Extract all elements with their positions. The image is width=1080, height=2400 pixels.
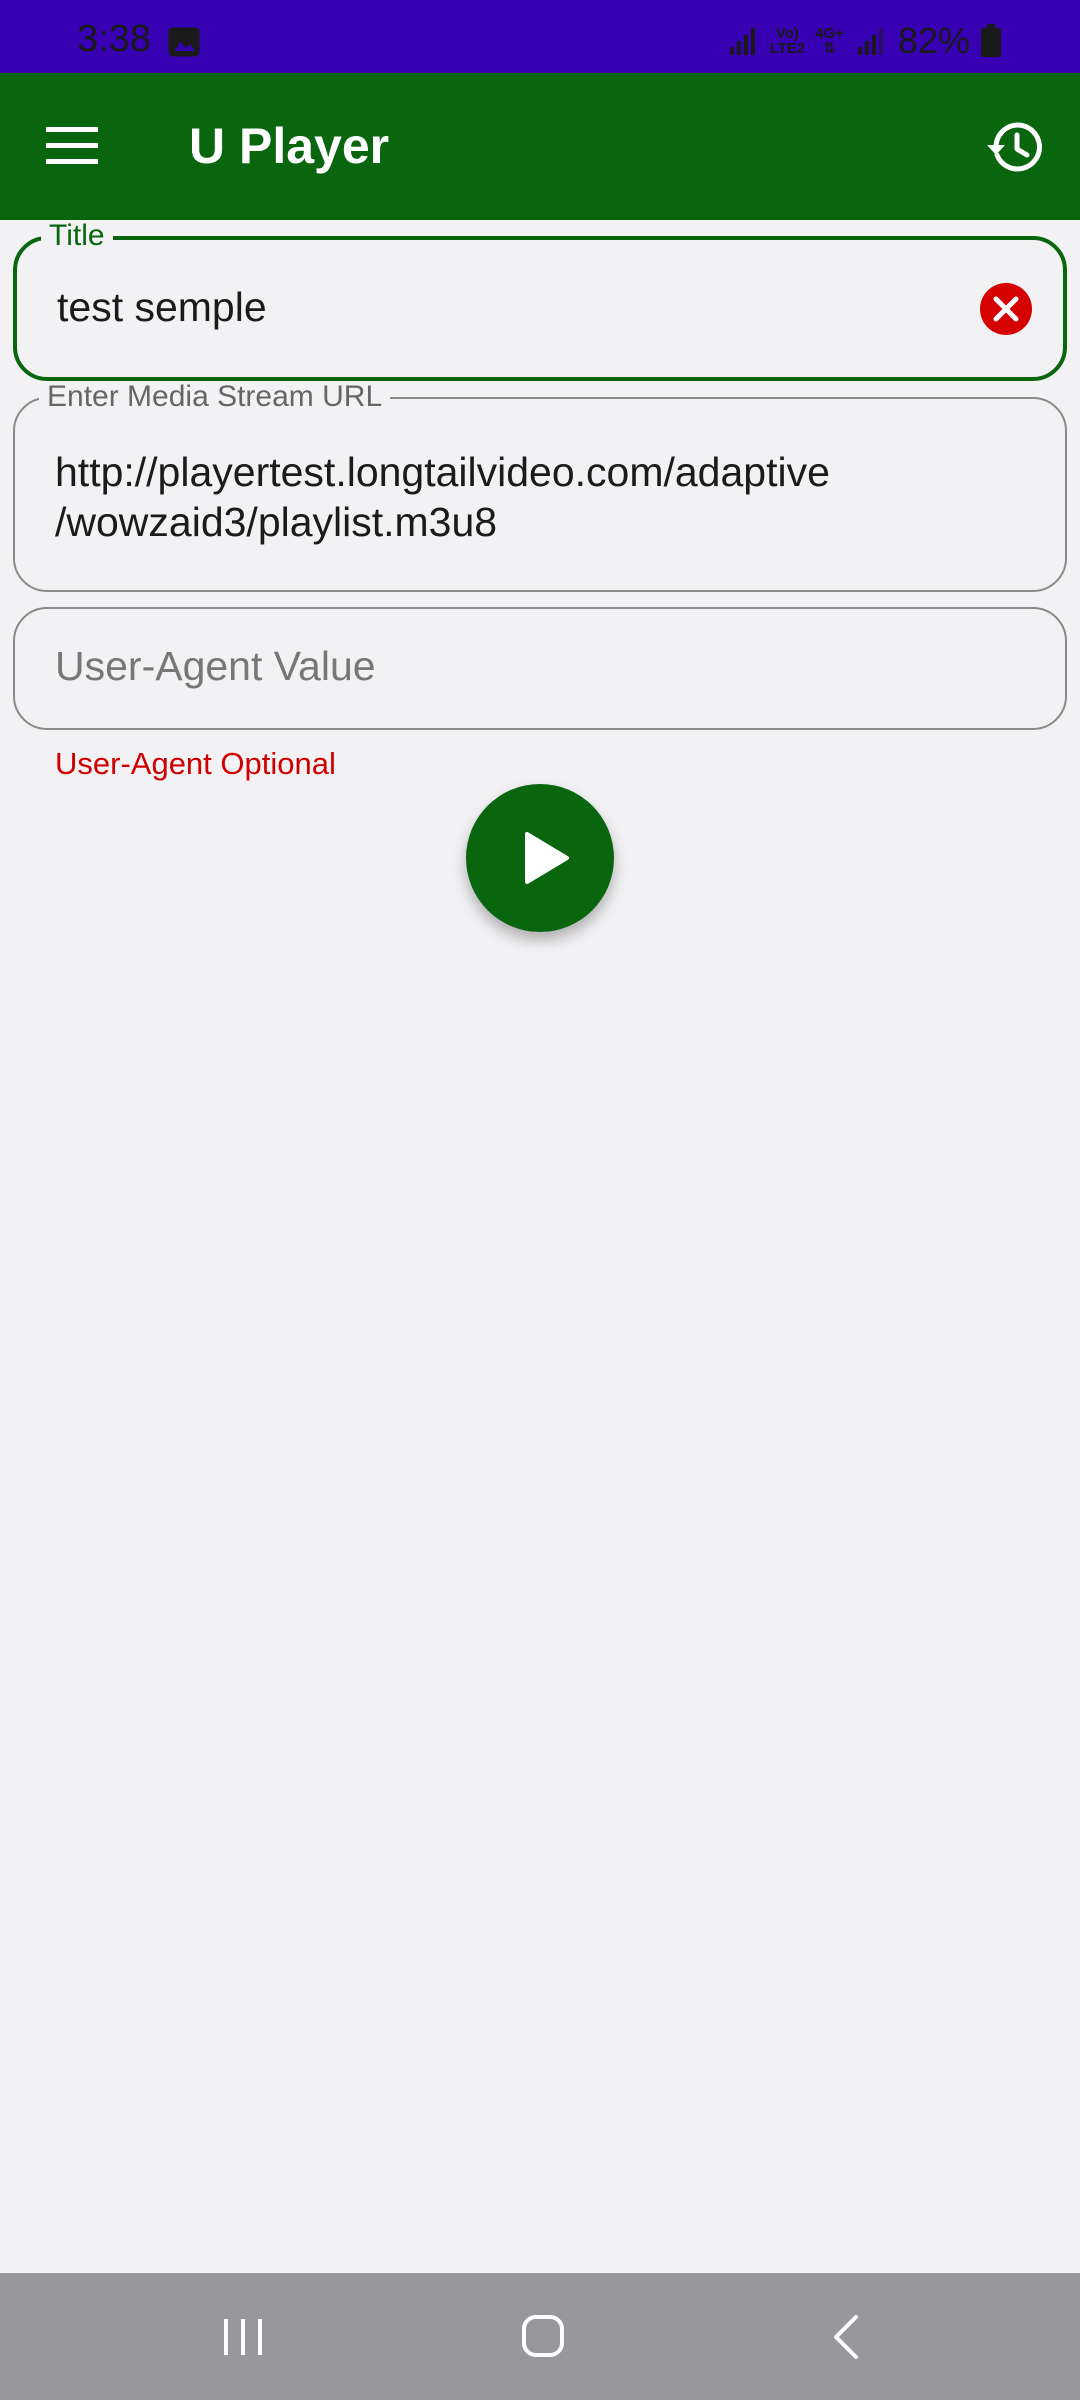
back-icon[interactable] <box>828 2313 864 2361</box>
volte-label-bottom: LTE2 <box>769 40 806 57</box>
url-field-value[interactable]: http://playertest.longtailvideo.com/adap… <box>55 447 955 547</box>
battery-percent: 82% <box>897 20 970 61</box>
network-type-indicator: 4G+ ⇅ <box>815 26 844 56</box>
play-button[interactable] <box>466 784 614 932</box>
hamburger-menu-icon[interactable] <box>46 125 98 167</box>
image-icon <box>168 27 200 57</box>
home-icon[interactable] <box>520 2313 566 2359</box>
network-type-label: 4G+ <box>815 25 844 42</box>
play-icon <box>525 832 569 884</box>
clear-icon[interactable] <box>979 282 1033 336</box>
history-icon[interactable] <box>985 117 1045 177</box>
url-field[interactable]: Enter Media Stream URL http://playertest… <box>13 381 1067 592</box>
recent-apps-icon[interactable] <box>220 2317 266 2357</box>
user-agent-field[interactable]: User-Agent Value <box>13 607 1067 730</box>
signal-icon-2 <box>857 28 883 55</box>
app-title: U Player <box>189 118 390 174</box>
volte-indicator: Vo) LTE2 <box>770 26 806 56</box>
data-arrows-icon: ⇅ <box>823 40 836 57</box>
user-agent-helper-text: User-Agent Optional <box>55 746 336 781</box>
title-field-value[interactable]: test semple <box>57 284 267 331</box>
system-nav-bar <box>0 2273 1080 2400</box>
battery-icon <box>981 24 1001 57</box>
volte-label-top: Vo) <box>775 25 799 42</box>
user-agent-placeholder[interactable]: User-Agent Value <box>55 643 376 690</box>
status-time: 3:38 <box>77 18 151 60</box>
status-bar: 3:38 Vo) LTE2 4G+ ⇅ 82% <box>0 0 1080 73</box>
title-field[interactable]: Title test semple <box>13 220 1067 381</box>
status-indicators: Vo) LTE2 4G+ ⇅ 82% <box>726 20 1002 62</box>
signal-icon <box>729 28 755 55</box>
url-field-label: Enter Media Stream URL <box>39 381 391 413</box>
main-content: Title test semple Enter Media Stream URL… <box>13 220 1067 2273</box>
app-bar: U Player <box>0 73 1080 220</box>
title-field-label: Title <box>41 220 113 252</box>
